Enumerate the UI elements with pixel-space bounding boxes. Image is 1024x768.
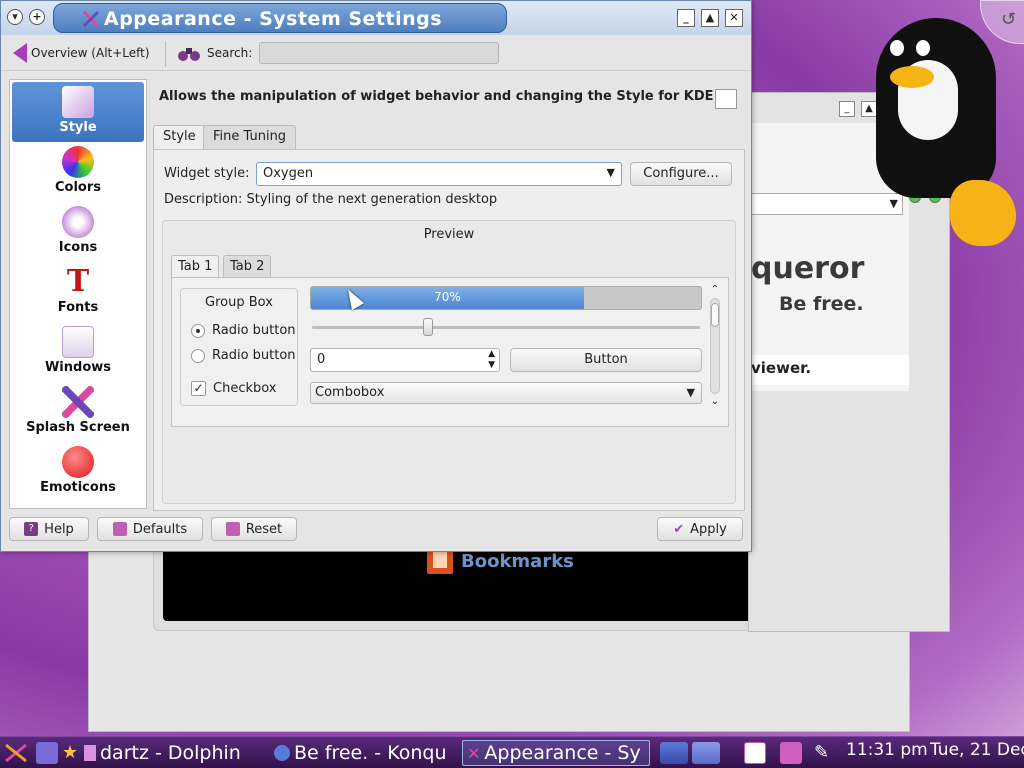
- chevron-down-icon[interactable]: ⌄: [708, 396, 722, 408]
- kde-menu-icon[interactable]: [2, 741, 30, 765]
- reset-icon: [225, 522, 240, 536]
- widget-style-select[interactable]: Oxygen ▼: [256, 162, 622, 186]
- slider-handle[interactable]: [423, 318, 434, 336]
- style-tab-panel: Widget style: Oxygen ▼ Configure... Desc…: [153, 149, 745, 511]
- preview-button[interactable]: Button: [510, 348, 702, 372]
- tab-fine-tuning[interactable]: Fine Tuning: [203, 125, 297, 149]
- task-konqueror[interactable]: Be free. - Konqu: [270, 740, 456, 766]
- chevron-up-icon[interactable]: ⌃: [708, 284, 722, 296]
- location-combobox[interactable]: ▼: [749, 193, 903, 215]
- chevron-down-icon: ▼: [606, 166, 615, 179]
- radio-button-2[interactable]: Radio button: [191, 348, 296, 363]
- spinbox[interactable]: 0 ▲ ▼: [310, 348, 500, 372]
- module-sidebar: Style Colors Icons T Fonts Windows Splas…: [9, 79, 147, 509]
- close-button[interactable]: ✕: [725, 9, 743, 27]
- network-icon[interactable]: [780, 742, 802, 764]
- help-icon: ?: [24, 522, 39, 536]
- spin-arrows-icon[interactable]: ▲ ▼: [488, 349, 495, 371]
- toolbox-icon: ↺: [1001, 9, 1017, 30]
- clipboard-icon[interactable]: [744, 742, 766, 764]
- radio-button-1[interactable]: Radio button: [191, 323, 296, 338]
- widget-style-label: Widget style:: [164, 166, 250, 181]
- clock[interactable]: 11:31 pm: [846, 740, 928, 760]
- undo-icon: [112, 522, 127, 536]
- minimize-icon[interactable]: _: [839, 101, 855, 117]
- minimize-button[interactable]: _: [677, 9, 695, 27]
- pager-desktop-2-icon[interactable]: [692, 742, 720, 764]
- back-arrow-icon: [13, 43, 27, 63]
- radio-unchecked-icon: [191, 348, 205, 363]
- overview-button[interactable]: Overview (Alt+Left): [13, 43, 150, 63]
- icons-icon: [62, 206, 94, 238]
- preview-tab-1[interactable]: Tab 1: [171, 255, 220, 277]
- preview-panel: Group Box Radio button Radio button ✓ Ch…: [171, 277, 729, 427]
- preview-tab-2[interactable]: Tab 2: [223, 255, 272, 277]
- search-input[interactable]: [259, 42, 499, 64]
- tab-style[interactable]: Style: [153, 125, 206, 150]
- sidebar-item-icons[interactable]: Icons: [12, 202, 144, 262]
- style-icon: [715, 89, 737, 109]
- sidebar-item-splash-screen[interactable]: Splash Screen: [12, 382, 144, 442]
- help-button[interactable]: ? Help: [9, 517, 89, 541]
- slider-track[interactable]: [312, 326, 700, 329]
- emoticons-icon: [62, 446, 94, 478]
- sidebar-item-colors[interactable]: Colors: [12, 142, 144, 202]
- reset-button[interactable]: Reset: [211, 517, 297, 541]
- checkmark-icon: ✓: [191, 381, 206, 396]
- group-box: Group Box Radio button Radio button ✓ Ch…: [180, 288, 298, 406]
- module-description: Allows the manipulation of widget behavi…: [159, 89, 714, 104]
- chevron-down-icon: ▼: [686, 386, 695, 399]
- window-title: Appearance - System Settings: [104, 8, 443, 30]
- defaults-button[interactable]: Defaults: [97, 517, 203, 541]
- task-appearance[interactable]: ✕ Appearance - Sy: [462, 740, 650, 766]
- preview-combobox[interactable]: Combobox ▼: [310, 382, 702, 404]
- tools-icon: ✕: [467, 743, 481, 763]
- colors-icon: [62, 146, 94, 178]
- checkmark-icon: ✔: [673, 521, 685, 537]
- window-menu-icon[interactable]: ▾: [7, 9, 23, 25]
- fonts-icon: T: [66, 264, 90, 299]
- apply-button[interactable]: ✔ Apply: [657, 517, 743, 541]
- maximize-button[interactable]: ▲: [701, 9, 719, 27]
- binoculars-icon: [178, 48, 200, 61]
- task-dolphin[interactable]: dartz - Dolphin: [80, 740, 258, 766]
- chevron-down-icon: ▼: [889, 197, 898, 210]
- scrollbar-thumb[interactable]: [711, 303, 719, 327]
- folder-icon[interactable]: [36, 742, 58, 764]
- progress-bar: 70%: [310, 286, 702, 310]
- style-description: Description: Styling of the next generat…: [164, 192, 498, 207]
- date[interactable]: Tue, 21 Dec: [930, 740, 1024, 760]
- search-label: Search:: [207, 46, 253, 60]
- title-bar[interactable]: ▾ + Appearance - System Settings _ ▲ ✕: [1, 1, 751, 35]
- configure-button[interactable]: Configure...: [630, 162, 732, 186]
- konqueror-icon: [274, 745, 290, 761]
- sidebar-item-style[interactable]: Style: [12, 82, 144, 142]
- style-icon: [62, 86, 94, 118]
- splash-screen-icon: [62, 386, 94, 418]
- pin-icon[interactable]: +: [29, 9, 45, 25]
- taskbar: ★ dartz - Dolphin Be free. - Konqu ✕ App…: [0, 736, 1024, 768]
- tools-icon: [82, 10, 100, 28]
- system-settings-window: ▾ + Appearance - System Settings _ ▲ ✕ O…: [0, 0, 752, 552]
- maximize-icon[interactable]: ▲: [861, 101, 877, 117]
- dolphin-icon: [84, 745, 96, 761]
- preview-title: Preview: [423, 227, 475, 242]
- radio-checked-icon: [191, 323, 205, 338]
- toolbar: Overview (Alt+Left) Search:: [1, 37, 751, 71]
- preview-group: Preview Tab 1 Tab 2 Group Box Radio butt…: [162, 220, 736, 504]
- sidebar-item-fonts[interactable]: T Fonts: [12, 262, 144, 322]
- sidebar-item-windows[interactable]: Windows: [12, 322, 144, 382]
- desktop-toolbox-button[interactable]: ↺: [980, 0, 1024, 44]
- sidebar-item-emoticons[interactable]: Emoticons: [12, 442, 144, 502]
- checkbox[interactable]: ✓ Checkbox: [191, 381, 277, 396]
- vertical-scrollbar[interactable]: ⌃ ⌄: [708, 284, 722, 420]
- device-notifier-icon[interactable]: ✎: [814, 742, 836, 764]
- windows-icon: [62, 326, 94, 358]
- pager-desktop-1-icon[interactable]: [660, 742, 688, 764]
